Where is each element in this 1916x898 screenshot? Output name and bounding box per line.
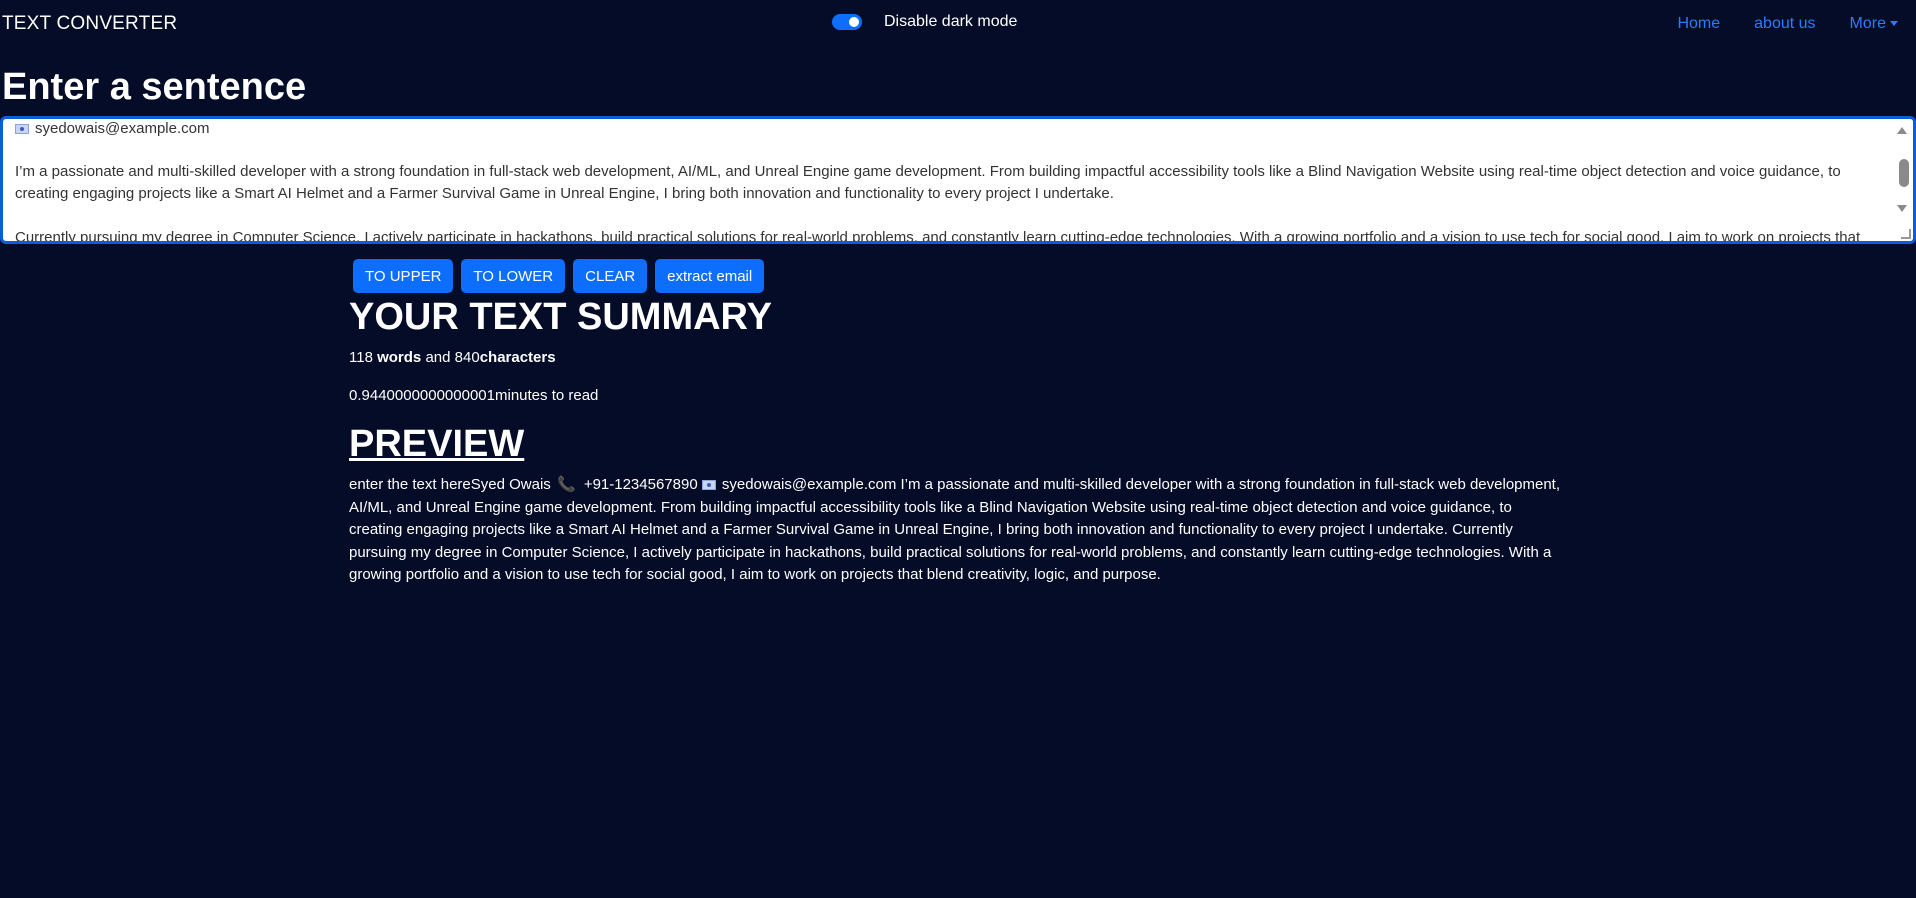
scroll-up-icon[interactable] (1897, 127, 1907, 134)
words-label: words (377, 349, 422, 366)
textarea-content: syedowais@example.com I’m a passionate a… (15, 119, 1885, 244)
nav-more-label: More (1849, 15, 1886, 32)
preview-phone: +91-1234567890 (583, 476, 698, 493)
textarea-email-text: syedowais@example.com (35, 120, 210, 137)
email-icon (701, 480, 716, 491)
action-buttons: TO UPPER TO LOWER CLEAR extract email (353, 259, 772, 293)
text-input-area[interactable]: syedowais@example.com I’m a passionate a… (0, 116, 1916, 244)
dark-mode-toggle-group: Disable dark mode (832, 13, 1017, 31)
scroll-thumb[interactable] (1899, 159, 1909, 187)
textarea-paragraph-2: Currently pursuing my degree in Computer… (15, 229, 1861, 244)
read-time-label: minutes to read (495, 387, 599, 404)
and-text: and (425, 349, 451, 366)
nav-links: Home about us More (1643, 15, 1898, 33)
switch-knob (849, 17, 859, 27)
dark-mode-switch[interactable] (832, 14, 862, 30)
scroll-down-icon[interactable] (1897, 205, 1907, 212)
char-count: 840 (454, 349, 480, 366)
to-upper-button[interactable]: TO UPPER (353, 259, 454, 293)
textarea-line-email: syedowais@example.com (15, 119, 1885, 140)
word-char-count: 118 words and 840characters (349, 349, 556, 366)
preview-text: enter the text hereSyed Owais 📞 +91-1234… (349, 474, 1569, 587)
dark-mode-label[interactable]: Disable dark mode (884, 13, 1017, 31)
nav-link-home[interactable]: Home (1677, 15, 1720, 33)
page-heading: Enter a sentence (2, 66, 307, 108)
to-lower-button[interactable]: TO LOWER (461, 259, 566, 293)
nav-dropdown-more[interactable]: More (1850, 15, 1898, 33)
chars-label: characters (479, 349, 556, 366)
read-time: 0.9440000000000001minutes to read (349, 387, 598, 404)
word-count: 118 (349, 349, 373, 366)
textarea-paragraph-1: I’m a passionate and multi-skilled devel… (15, 163, 1841, 202)
extract-email-button[interactable]: extract email (655, 259, 765, 293)
email-icon (15, 124, 29, 135)
nav-link-about[interactable]: about us (1754, 15, 1815, 33)
preview-title: PREVIEW (349, 423, 525, 465)
summary-title: YOUR TEXT SUMMARY (349, 296, 772, 338)
read-time-value: 0.9440000000000001 (349, 387, 495, 404)
textarea-scrollbar[interactable] (1893, 119, 1913, 241)
caret-down-icon (1890, 21, 1898, 27)
preview-part-1: enter the text hereSyed Owais (349, 476, 551, 493)
navbar: TEXT CONVERTER Disable dark mode Home ab… (0, 0, 1916, 46)
phone-icon: 📞 (556, 476, 576, 493)
navbar-brand[interactable]: TEXT CONVERTER (2, 13, 177, 35)
clear-button[interactable]: CLEAR (573, 259, 648, 293)
resize-handle-icon[interactable] (1901, 229, 1911, 239)
